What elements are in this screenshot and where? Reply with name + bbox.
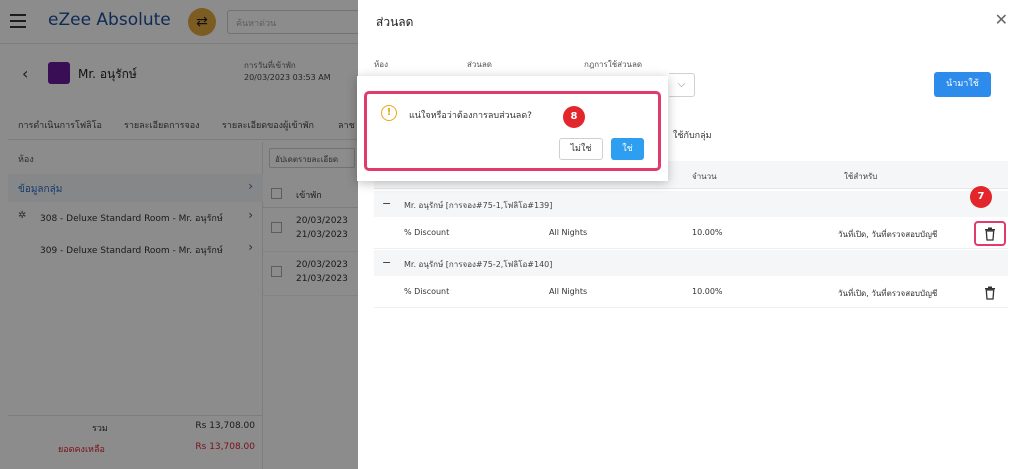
step-badge-8: 8 bbox=[563, 106, 585, 128]
applies-to-column-header: ใช้สำหรับ bbox=[844, 172, 878, 181]
discount-name: % Discount bbox=[404, 228, 450, 237]
discount-applies: วันที่เปิด, วันที่ตรวจสอบบัญชี bbox=[838, 289, 938, 298]
discount-name: % Discount bbox=[404, 287, 450, 296]
step-badge-7: 7 bbox=[970, 186, 992, 208]
modal-backdrop[interactable] bbox=[0, 0, 358, 469]
delete-highlight-frame bbox=[974, 221, 1006, 246]
booking-group-label: Mr. อนุรักษ์ [การจอง#75-1,โฟลิโอ#139] bbox=[404, 201, 553, 210]
drawer-title: ส่วนลด bbox=[376, 15, 414, 29]
yes-button[interactable]: ใช่ bbox=[611, 138, 644, 160]
table-row: % Discount All Nights 10.00% วันที่เปิด,… bbox=[374, 276, 1008, 308]
collapse-icon[interactable]: − bbox=[382, 256, 391, 269]
discount-amount: 10.00% bbox=[692, 228, 723, 237]
discount-drawer: ส่วนลด ✕ ห้อง ส่วนลด กฎการใช้ส่วนลด ⌵ นำ… bbox=[358, 0, 1024, 469]
table-row: % Discount All Nights 10.00% วันที่เปิด,… bbox=[374, 217, 1008, 249]
discount-amount: 10.00% bbox=[692, 287, 723, 296]
discount-nights: All Nights bbox=[549, 287, 588, 296]
rule-select-chevron-icon[interactable]: ⌵ bbox=[669, 73, 695, 97]
confirm-delete-dialog: ! แน่ใจหรือว่าต้องการลบส่วนลด? ไม่ใช่ ใช… bbox=[357, 76, 668, 181]
discount-nights: All Nights bbox=[549, 228, 588, 237]
discount-field-label: ส่วนลด bbox=[467, 60, 492, 69]
booking-group-row[interactable]: − Mr. อนุรักษ์ [การจอง#75-1,โฟลิโอ#139] bbox=[374, 191, 1008, 217]
booking-group-label: Mr. อนุรักษ์ [การจอง#75-2,โฟลิโอ#140] bbox=[404, 260, 553, 269]
apply-button[interactable]: นำมาใช้ bbox=[934, 72, 991, 97]
collapse-icon[interactable]: − bbox=[382, 197, 391, 210]
no-button[interactable]: ไม่ใช่ bbox=[559, 138, 603, 160]
rule-field-label: กฎการใช้ส่วนลด bbox=[584, 60, 643, 69]
apply-to-group-label[interactable]: ใช้กับกลุ่ม bbox=[673, 128, 712, 142]
room-field-label: ห้อง bbox=[374, 60, 388, 69]
booking-group-row[interactable]: − Mr. อนุรักษ์ [การจอง#75-2,โฟลิโอ#140] bbox=[374, 250, 1008, 276]
amount-column-header: จำนวน bbox=[692, 172, 717, 181]
trash-icon[interactable] bbox=[984, 286, 996, 300]
close-icon[interactable]: ✕ bbox=[995, 10, 1008, 29]
confirm-message: แน่ใจหรือว่าต้องการลบส่วนลด? bbox=[409, 111, 532, 121]
warning-icon: ! bbox=[381, 105, 397, 121]
discount-applies: วันที่เปิด, วันที่ตรวจสอบบัญชี bbox=[838, 230, 938, 239]
